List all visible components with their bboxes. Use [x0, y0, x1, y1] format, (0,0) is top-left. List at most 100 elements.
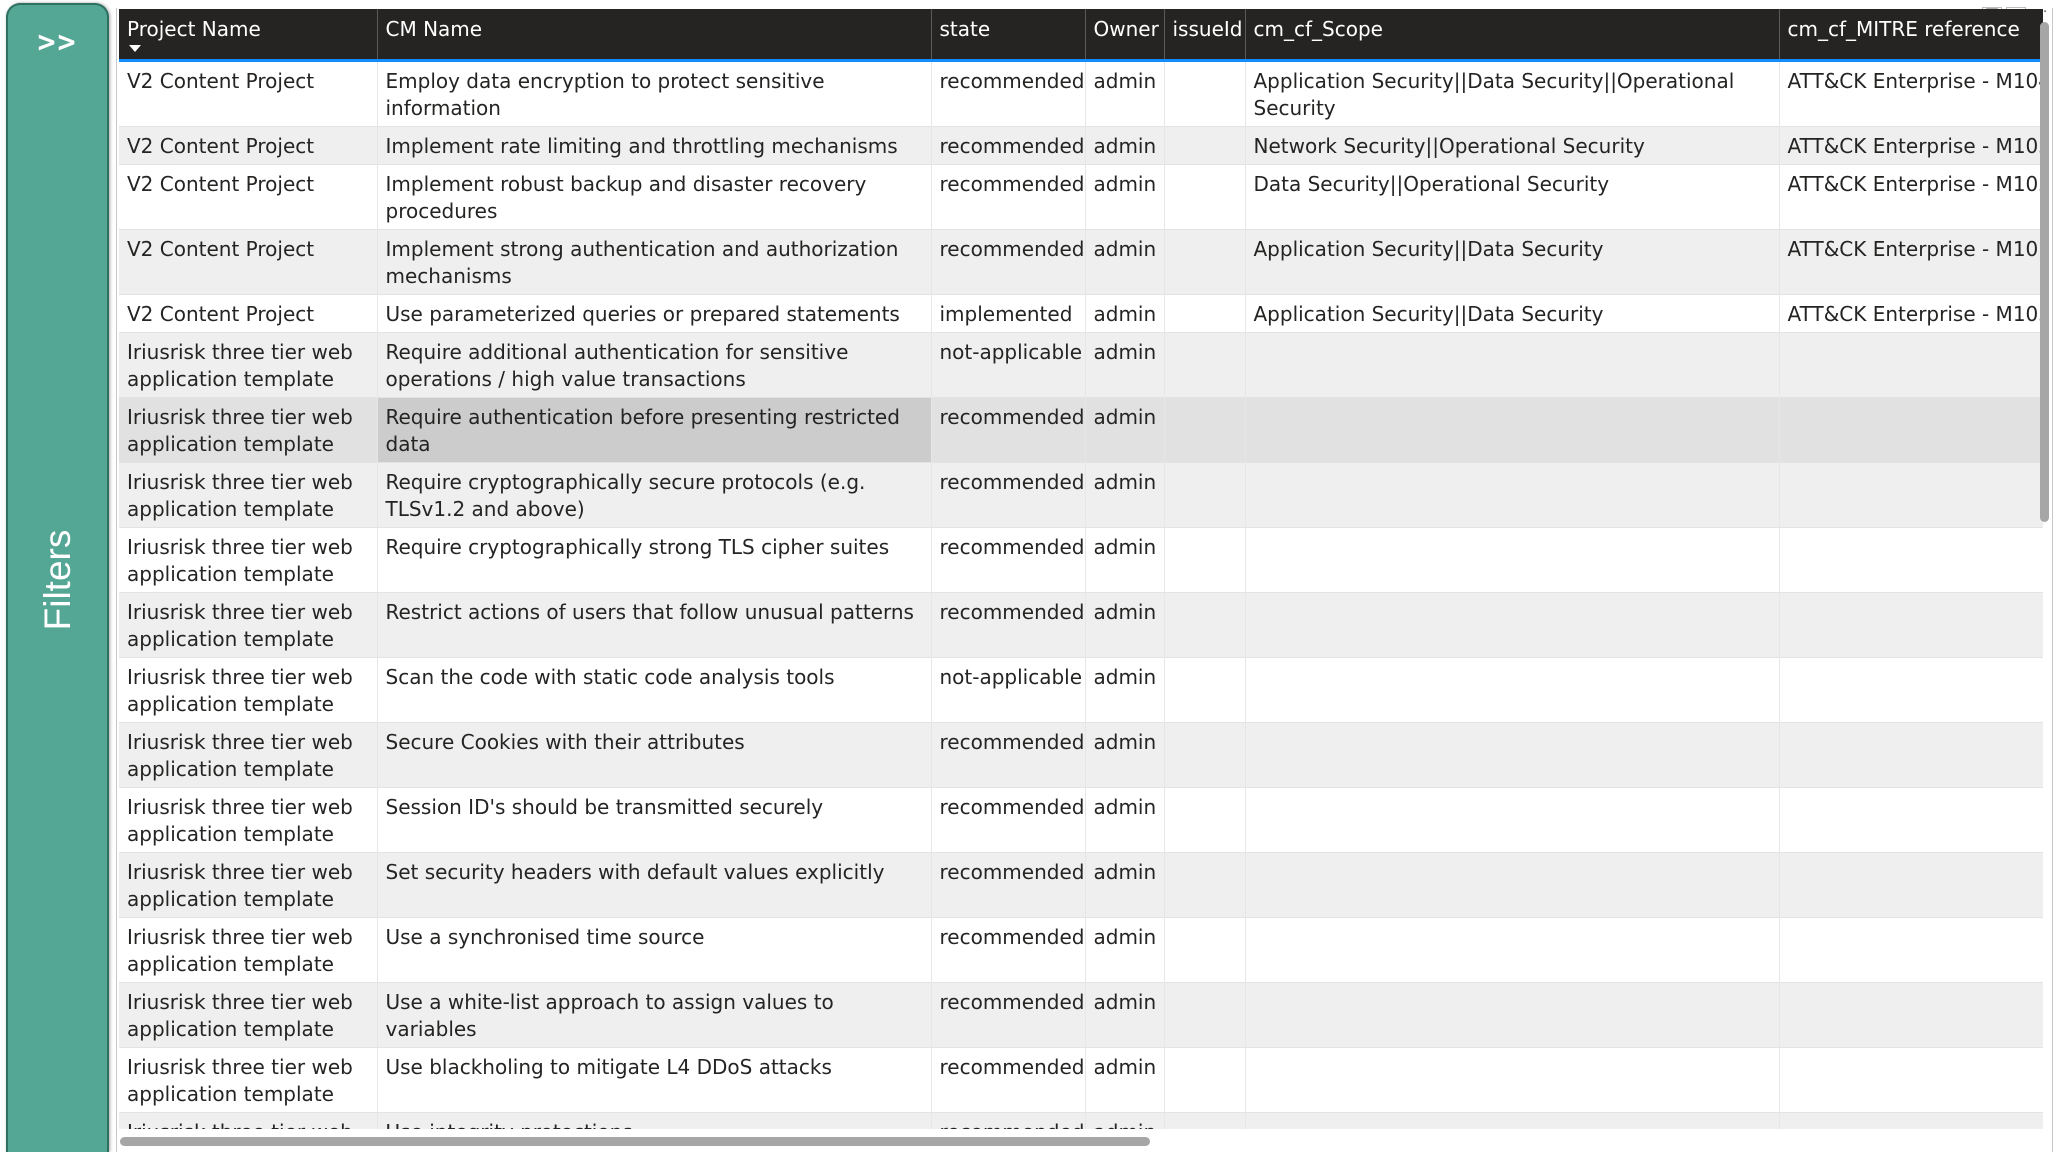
cell-project-name[interactable]: V2 Content Project: [119, 294, 378, 332]
cell-state[interactable]: recommended: [931, 787, 1086, 852]
cell-issueid[interactable]: [1164, 787, 1246, 852]
cell-state[interactable]: recommended: [931, 60, 1086, 126]
cell-owner[interactable]: admin: [1085, 294, 1165, 332]
cell-scope[interactable]: [1245, 722, 1780, 787]
cell-cm-name[interactable]: Secure Cookies with their attributes: [377, 722, 932, 787]
cell-state[interactable]: recommended: [931, 917, 1086, 982]
cell-state[interactable]: recommended: [931, 527, 1086, 592]
table-row[interactable]: Iriusrisk three tier web application tem…: [119, 787, 2043, 852]
cell-scope[interactable]: [1245, 397, 1780, 462]
cell-mitre-reference[interactable]: ATT&CK Enterprise - M1053: [1779, 164, 2043, 229]
cell-mitre-reference[interactable]: ATT&CK Enterprise - M1041: [1779, 60, 2043, 126]
cell-owner[interactable]: admin: [1085, 397, 1165, 462]
cell-issueid[interactable]: [1164, 657, 1246, 722]
horizontal-scrollbar[interactable]: [120, 1137, 1150, 1146]
cell-issueid[interactable]: [1164, 1112, 1246, 1129]
cell-cm-name[interactable]: Implement rate limiting and throttling m…: [377, 126, 932, 164]
table-row[interactable]: Iriusrisk three tier web application tem…: [119, 462, 2043, 527]
cell-project-name[interactable]: Iriusrisk three tier web application tem…: [119, 592, 378, 657]
cell-mitre-reference[interactable]: [1779, 527, 2043, 592]
cell-cm-name[interactable]: Restrict actions of users that follow un…: [377, 592, 932, 657]
cell-issueid[interactable]: [1164, 982, 1246, 1047]
cell-mitre-reference[interactable]: [1779, 1047, 2043, 1112]
cell-mitre-reference[interactable]: [1779, 462, 2043, 527]
cell-issueid[interactable]: [1164, 1047, 1246, 1112]
cell-scope[interactable]: Data Security||Operational Security: [1245, 164, 1780, 229]
cell-issueid[interactable]: [1164, 852, 1246, 917]
cell-scope[interactable]: [1245, 527, 1780, 592]
cell-owner[interactable]: admin: [1085, 1112, 1165, 1129]
cell-issueid[interactable]: [1164, 397, 1246, 462]
cell-owner[interactable]: admin: [1085, 527, 1165, 592]
cell-scope[interactable]: Application Security||Data Security: [1245, 229, 1780, 294]
cell-issueid[interactable]: [1164, 527, 1246, 592]
cell-state[interactable]: recommended: [931, 592, 1086, 657]
cell-cm-name[interactable]: Use parameterized queries or prepared st…: [377, 294, 932, 332]
table-row[interactable]: Iriusrisk three tier web application tem…: [119, 397, 2043, 462]
cell-scope[interactable]: [1245, 917, 1780, 982]
cell-state[interactable]: not-applicable: [931, 332, 1086, 397]
cell-scope[interactable]: [1245, 332, 1780, 397]
cell-mitre-reference[interactable]: [1779, 657, 2043, 722]
cell-issueid[interactable]: [1164, 917, 1246, 982]
cell-project-name[interactable]: Iriusrisk three tier web application tem…: [119, 527, 378, 592]
column-header-scope[interactable]: cm_cf_Scope: [1245, 9, 1780, 60]
cell-state[interactable]: not-applicable: [931, 657, 1086, 722]
cell-scope[interactable]: [1245, 982, 1780, 1047]
column-header-cm-name[interactable]: CM Name: [377, 9, 932, 60]
cell-state[interactable]: recommended: [931, 982, 1086, 1047]
cell-project-name[interactable]: Iriusrisk three tier web application tem…: [119, 1112, 378, 1129]
cell-cm-name[interactable]: Implement robust backup and disaster rec…: [377, 164, 932, 229]
cell-issueid[interactable]: [1164, 462, 1246, 527]
cell-project-name[interactable]: Iriusrisk three tier web application tem…: [119, 462, 378, 527]
cell-issueid[interactable]: [1164, 164, 1246, 229]
cell-owner[interactable]: admin: [1085, 722, 1165, 787]
cell-owner[interactable]: admin: [1085, 982, 1165, 1047]
column-header-owner[interactable]: Owner: [1085, 9, 1165, 60]
table-row[interactable]: Iriusrisk three tier web application tem…: [119, 1047, 2043, 1112]
cell-state[interactable]: recommended: [931, 1047, 1086, 1112]
table-row[interactable]: Iriusrisk three tier web application tem…: [119, 917, 2043, 982]
cell-cm-name[interactable]: Use a synchronised time source: [377, 917, 932, 982]
cell-mitre-reference[interactable]: [1779, 722, 2043, 787]
cell-owner[interactable]: admin: [1085, 787, 1165, 852]
cell-issueid[interactable]: [1164, 126, 1246, 164]
cell-project-name[interactable]: Iriusrisk three tier web application tem…: [119, 1047, 378, 1112]
cell-issueid[interactable]: [1164, 332, 1246, 397]
cell-mitre-reference[interactable]: [1779, 787, 2043, 852]
cell-project-name[interactable]: Iriusrisk three tier web application tem…: [119, 852, 378, 917]
cell-cm-name[interactable]: Set security headers with default values…: [377, 852, 932, 917]
cell-project-name[interactable]: Iriusrisk three tier web application tem…: [119, 722, 378, 787]
table-row[interactable]: Iriusrisk three tier web application tem…: [119, 332, 2043, 397]
cell-owner[interactable]: admin: [1085, 1047, 1165, 1112]
table-row[interactable]: V2 Content Project Implement strong authe…: [119, 229, 2043, 294]
cell-scope[interactable]: [1245, 1112, 1780, 1129]
cell-project-name[interactable]: Iriusrisk three tier web application tem…: [119, 982, 378, 1047]
cell-cm-name[interactable]: Require cryptographically secure protoco…: [377, 462, 932, 527]
cell-mitre-reference[interactable]: [1779, 332, 2043, 397]
cell-mitre-reference[interactable]: ATT&CK Enterprise - M1038: [1779, 294, 2043, 332]
cell-scope[interactable]: [1245, 657, 1780, 722]
cell-issueid[interactable]: [1164, 592, 1246, 657]
table-row[interactable]: Iriusrisk three tier web application tem…: [119, 852, 2043, 917]
cell-scope[interactable]: [1245, 592, 1780, 657]
cell-cm-name[interactable]: Require additional authentication for se…: [377, 332, 932, 397]
table-row[interactable]: Iriusrisk three tier web application tem…: [119, 1112, 2043, 1129]
cell-mitre-reference[interactable]: [1779, 592, 2043, 657]
cell-project-name[interactable]: V2 Content Project: [119, 164, 378, 229]
cell-state[interactable]: recommended: [931, 164, 1086, 229]
cell-project-name[interactable]: Iriusrisk three tier web application tem…: [119, 657, 378, 722]
cell-owner[interactable]: admin: [1085, 917, 1165, 982]
cell-mitre-reference[interactable]: [1779, 982, 2043, 1047]
column-header-state[interactable]: state: [931, 9, 1086, 60]
cell-scope[interactable]: Network Security||Operational Security: [1245, 126, 1780, 164]
table-row[interactable]: Iriusrisk three tier web application tem…: [119, 592, 2043, 657]
cell-owner[interactable]: admin: [1085, 592, 1165, 657]
cell-state[interactable]: recommended: [931, 126, 1086, 164]
sort-descending-icon[interactable]: [129, 45, 141, 52]
cell-state[interactable]: implemented: [931, 294, 1086, 332]
expand-filters-button[interactable]: >>: [8, 17, 107, 69]
table-row[interactable]: Iriusrisk three tier web application tem…: [119, 982, 2043, 1047]
column-header-issueid[interactable]: issueId: [1164, 9, 1246, 60]
vertical-scrollbar[interactable]: [2040, 22, 2049, 522]
